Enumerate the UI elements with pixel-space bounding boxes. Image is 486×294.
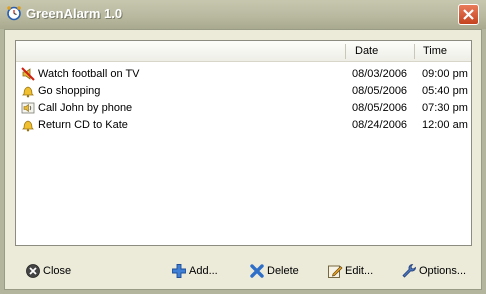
delete-button-label: Delete [267,265,299,277]
alarm-time: 09:00 pm [422,68,468,80]
alarm-time: 07:30 pm [422,102,468,114]
options-button-label: Options... [419,265,467,277]
edit-button[interactable]: Edit... [327,260,387,282]
edit-button-label: Edit... [345,265,374,277]
client-area: Date Time Watch football on TV 08/03/200… [4,29,482,290]
bell-icon [21,118,35,132]
column-divider[interactable] [345,44,346,59]
alarm-list[interactable]: Date Time Watch football on TV 08/03/200… [15,40,472,246]
plus-icon [171,263,187,279]
window-title: GreenAlarm 1.0 [26,6,123,21]
alarm-date: 08/03/2006 [352,68,408,80]
close-button-label: Close [43,265,72,277]
alarm-date: 08/05/2006 [352,102,408,114]
delete-button[interactable]: Delete [249,260,313,282]
window-close-button[interactable] [458,4,479,25]
speaker-icon [21,101,35,115]
alarm-text: Call John by phone [38,102,133,114]
alarm-date: 08/05/2006 [352,85,408,97]
list-item[interactable]: Return CD to Kate 08/24/2006 12:00 am [16,117,471,134]
add-button-label: Add... [189,265,218,277]
list-item[interactable]: Watch football on TV 08/03/2006 09:00 pm [16,66,471,83]
list-item[interactable]: Go shopping 08/05/2006 05:40 pm [16,83,471,100]
alarm-date: 08/24/2006 [352,119,408,131]
close-circle-icon [25,263,41,279]
close-button[interactable]: Close [25,260,85,282]
wrench-icon [401,263,417,279]
close-icon [463,9,474,20]
alarm-text: Return CD to Kate [38,119,128,131]
column-divider[interactable] [414,44,415,59]
pencil-icon [327,263,343,279]
alarm-text: Watch football on TV [38,68,140,80]
column-header-date[interactable]: Date [355,41,378,61]
list-header: Date Time [16,41,471,62]
alarm-text: Go shopping [38,85,101,97]
alarm-time: 05:40 pm [422,85,468,97]
alarm-time: 12:00 am [422,119,468,131]
alarm-clock-icon [6,5,22,21]
column-header-time[interactable]: Time [423,41,447,61]
options-button[interactable]: Options... [401,260,475,282]
list-item[interactable]: Call John by phone 08/05/2006 07:30 pm [16,100,471,117]
delete-x-icon [249,263,265,279]
title-bar[interactable]: GreenAlarm 1.0 [0,0,486,29]
muted-speaker-icon [21,67,35,81]
app-window: GreenAlarm 1.0 Date Time Watch football … [0,0,486,294]
bell-icon [21,84,35,98]
add-button[interactable]: Add... [171,260,231,282]
